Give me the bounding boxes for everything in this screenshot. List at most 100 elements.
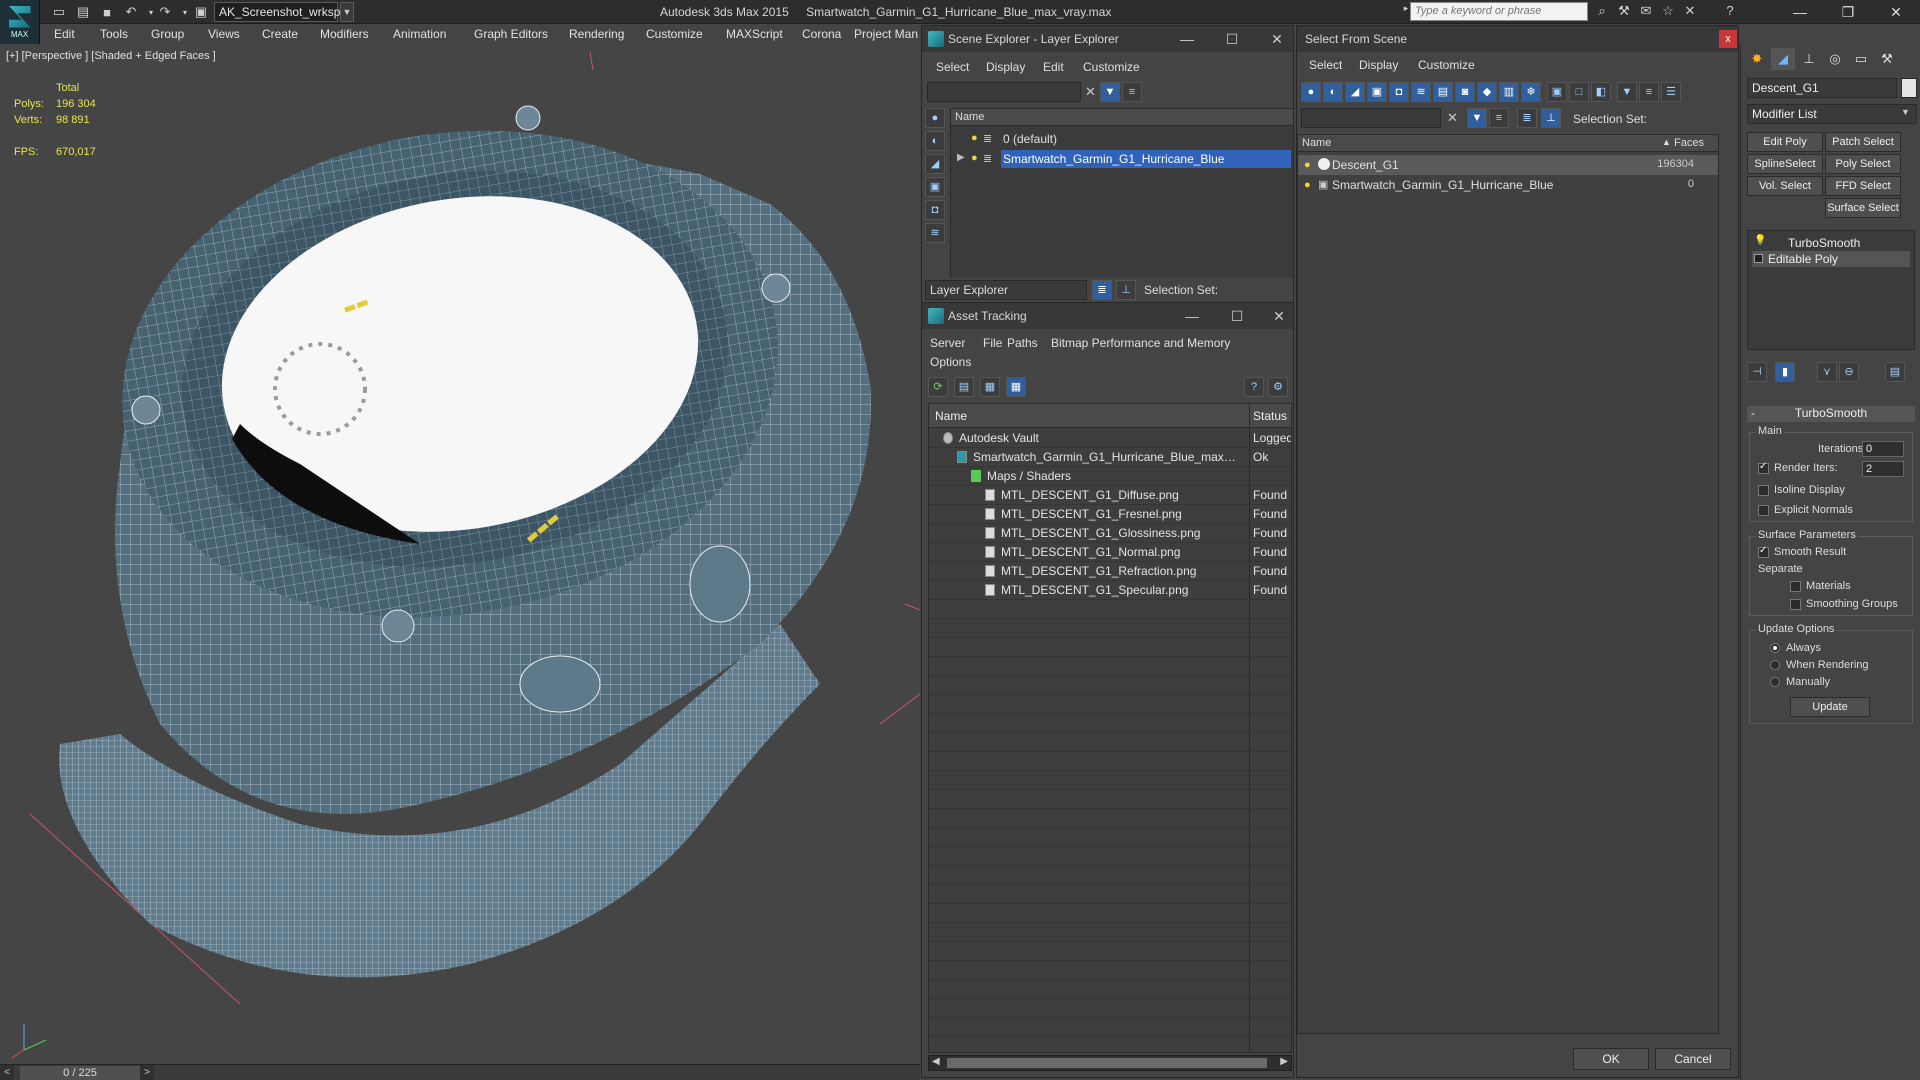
undo-icon[interactable]: ↶ [122,3,140,21]
scrollbar-thumb[interactable] [947,1058,1267,1068]
workspace-select[interactable]: AK_Screenshot_wrksp [214,2,340,22]
menu-views[interactable]: Views [208,27,240,41]
create-tab-icon[interactable]: ✸ [1745,48,1769,70]
se-menu-customize[interactable]: Customize [1083,60,1140,74]
sfs-containers-icon[interactable]: ▥ [1499,82,1519,102]
asset-row[interactable] [929,714,1291,733]
save-file-icon[interactable]: ■ [98,3,116,21]
object-row-descent[interactable]: ● Descent_G1 196304 [1298,155,1718,175]
asset-row[interactable] [929,1037,1291,1052]
horizontal-scrollbar[interactable]: ◀ ▶ [928,1055,1292,1071]
make-unique-icon[interactable]: ⋎ [1817,362,1837,382]
asset-tracking-titlebar[interactable]: Asset Tracking — ☐ ✕ [922,303,1293,329]
hierarchy-mode-icon[interactable]: ⊥ [1116,280,1136,300]
se-search-input[interactable] [927,82,1081,102]
binoculars-icon[interactable]: ⌕ [1592,3,1612,21]
menu-maxscript[interactable]: MAXScript [726,27,783,41]
sfs-lights-icon[interactable]: ◢ [1345,82,1365,102]
display-shapes-icon[interactable]: ◐ [925,131,945,151]
se-menu-select[interactable]: Select [936,60,969,74]
update-button[interactable]: Update [1790,697,1870,717]
menu-graph-editors[interactable]: Graph Editors [474,27,548,41]
hierarchy-mode-icon[interactable]: ⊥ [1541,108,1561,128]
layer-filter-icon[interactable]: ≡ [1122,82,1142,102]
modifier-list-dropdown[interactable]: Modifier List [1747,104,1917,124]
asset-row[interactable] [929,980,1291,999]
sfs-frozen-icon[interactable]: ❄ [1521,82,1541,102]
always-radio[interactable] [1770,643,1780,653]
when-rendering-radio[interactable] [1770,660,1780,670]
sfs-menu-select[interactable]: Select [1309,58,1342,72]
utilities-tab-icon[interactable]: ⚒ [1875,48,1899,70]
workspace-dropdown-icon[interactable]: ▼ [340,2,354,22]
column-status[interactable]: Status [1253,409,1287,423]
layer-tree-header[interactable]: Name [951,109,1293,126]
iterations-spinner[interactable]: 0 [1862,441,1904,457]
open-file-icon[interactable]: ▤ [74,3,92,21]
help-icon[interactable]: ? [1720,3,1740,21]
show-end-result-icon[interactable]: ▮ [1775,362,1795,382]
lightbulb-icon[interactable]: ● [971,152,981,164]
render-iters-checkbox[interactable] [1758,461,1769,474]
sfs-filter-icon[interactable]: ▼ [1617,82,1637,102]
isoline-display-checkbox[interactable] [1758,485,1769,496]
menu-corona[interactable]: Corona [802,27,841,41]
stack-item-editable-poly[interactable]: Editable Poly [1752,251,1910,267]
asset-row[interactable] [929,600,1291,619]
at-menu-options[interactable]: Options [930,355,971,369]
asset-row[interactable] [929,695,1291,714]
sfs-cameras-icon[interactable]: ▣ [1367,82,1387,102]
sfs-groups-icon[interactable]: ▤ [1433,82,1453,102]
materials-checkbox[interactable] [1790,581,1801,592]
exchange-icon[interactable]: ✕ [1680,3,1700,21]
maximize-icon[interactable]: ☐ [1222,307,1252,325]
asset-row[interactable] [929,752,1291,771]
sfs-helpers-icon[interactable]: ◘ [1389,82,1409,102]
se-menu-display[interactable]: Display [986,60,1025,74]
cancel-button[interactable]: Cancel [1655,1048,1731,1070]
display-tab-icon[interactable]: ▭ [1849,48,1873,70]
app-logo[interactable]: MAX [0,0,40,44]
close-icon[interactable]: ✕ [1264,307,1294,325]
column-name[interactable]: Name [1302,137,1331,149]
at-menu-server[interactable]: Server [930,336,965,350]
layer-mode-icon[interactable]: ≣ [1092,280,1112,300]
layer-filter-icon[interactable]: ≡ [1489,108,1509,128]
display-geometry-icon[interactable]: ● [925,108,945,128]
minimize-icon[interactable]: — [1780,2,1820,22]
smooth-result-checkbox[interactable] [1758,545,1769,558]
smoothing-groups-checkbox[interactable] [1790,599,1801,610]
asset-row[interactable] [929,866,1291,885]
asset-row[interactable] [929,790,1291,809]
asset-row[interactable] [929,657,1291,676]
asset-row[interactable] [929,885,1291,904]
sfs-menu-customize[interactable]: Customize [1418,58,1475,72]
menu-animation[interactable]: Animation [393,27,446,41]
project-folder-icon[interactable]: ▣ [192,3,210,21]
refresh-icon[interactable]: ⟳ [928,377,948,397]
object-row-smartwatch[interactable]: ● ▣ Smartwatch_Garmin_G1_Hurricane_Blue … [1298,175,1718,195]
edit-poly-button[interactable]: Edit Poly [1747,132,1823,152]
at-menu-bitmap-performance[interactable]: Bitmap Performance and Memory [1051,336,1230,350]
lightbulb-icon[interactable]: ● [1304,159,1314,171]
rollout-header[interactable]: - TurboSmooth [1747,406,1915,422]
asset-row[interactable] [929,676,1291,695]
time-next-button[interactable]: > [140,1065,154,1080]
clear-search-icon[interactable]: ✕ [1085,84,1096,100]
restore-icon[interactable]: ❐ [1828,2,1868,22]
asset-row[interactable]: MTL_DESCENT_G1_Fresnel.png Found [929,505,1291,524]
sort-arrow-icon[interactable]: ▲ [1662,137,1671,147]
sfs-titlebar[interactable]: Select From Scene x [1297,26,1738,52]
minimize-icon[interactable]: — [1172,30,1202,48]
object-color-swatch[interactable] [1901,78,1917,98]
subscription-icon[interactable]: ⚒ [1614,3,1634,21]
clear-search-icon[interactable]: ✕ [1447,110,1458,126]
expand-arrow-icon[interactable]: ▶ [957,152,965,163]
display-spacewarps-icon[interactable]: ≋ [925,223,945,243]
pin-stack-icon[interactable]: ⊣ [1747,362,1767,382]
sfs-invert-icon[interactable]: ◧ [1591,82,1611,102]
sfs-select-all-icon[interactable]: ▣ [1547,82,1567,102]
asset-row[interactable] [929,828,1291,847]
spline-select-button[interactable]: SplineSelect [1747,154,1823,174]
scroll-right-icon[interactable]: ▶ [1280,1056,1288,1067]
